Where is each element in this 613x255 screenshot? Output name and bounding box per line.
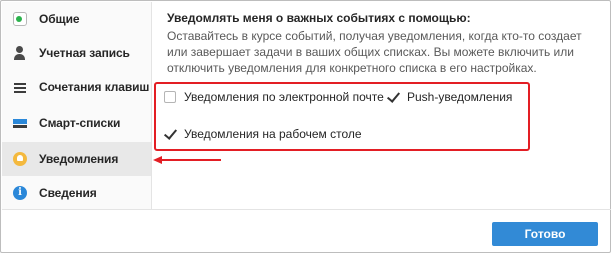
email-notifications-option[interactable]: Уведомления по электронной почте bbox=[164, 90, 384, 104]
user-icon bbox=[13, 46, 27, 60]
sidebar-item-notifications[interactable]: Уведомления bbox=[2, 142, 151, 176]
keyboard-icon bbox=[13, 80, 27, 94]
email-notifications-checkbox[interactable] bbox=[164, 91, 176, 103]
option-label: Уведомления по электронной почте bbox=[184, 90, 384, 104]
settings-dialog: Общие Учетная запись Сочетания клавиш См… bbox=[0, 0, 611, 253]
smart-list-icon bbox=[13, 116, 27, 130]
footer-divider bbox=[2, 209, 611, 210]
sidebar-item-smart-lists[interactable]: Смарт-списки bbox=[2, 106, 151, 140]
done-button[interactable]: Готово bbox=[492, 222, 598, 246]
bell-icon bbox=[13, 152, 27, 166]
sidebar-item-label: Смарт-списки bbox=[39, 116, 121, 130]
sidebar-item-label: Общие bbox=[39, 12, 80, 26]
annotation-arrow bbox=[153, 156, 221, 164]
toggle-icon bbox=[13, 12, 27, 26]
settings-sidebar: Общие Учетная запись Сочетания клавиш См… bbox=[2, 2, 152, 209]
info-icon: i bbox=[13, 186, 27, 200]
sidebar-item-label: Учетная запись bbox=[39, 46, 130, 60]
sidebar-item-shortcuts[interactable]: Сочетания клавиш bbox=[2, 70, 151, 104]
push-notifications-checkbox[interactable] bbox=[387, 91, 399, 103]
sidebar-item-about[interactable]: i Сведения bbox=[2, 176, 151, 210]
sidebar-item-label: Сведения bbox=[39, 186, 97, 200]
sidebar-item-label: Сочетания клавиш bbox=[39, 80, 150, 94]
option-label: Уведомления на рабочем столе bbox=[184, 127, 362, 141]
desktop-notifications-checkbox[interactable] bbox=[164, 128, 176, 140]
option-label: Push-уведомления bbox=[407, 90, 513, 104]
notifications-panel: Уведомлять меня о важных событиях с помо… bbox=[167, 11, 597, 76]
sidebar-item-general[interactable]: Общие bbox=[2, 2, 151, 36]
desktop-notifications-option[interactable]: Уведомления на рабочем столе bbox=[164, 127, 362, 141]
sidebar-item-label: Уведомления bbox=[39, 152, 119, 166]
push-notifications-option[interactable]: Push-уведомления bbox=[387, 90, 512, 104]
section-title: Уведомлять меня о важных событиях с помо… bbox=[167, 11, 471, 25]
section-description: Оставайтесь в курсе событий, получая уве… bbox=[167, 29, 582, 75]
sidebar-item-account[interactable]: Учетная запись bbox=[2, 36, 151, 70]
